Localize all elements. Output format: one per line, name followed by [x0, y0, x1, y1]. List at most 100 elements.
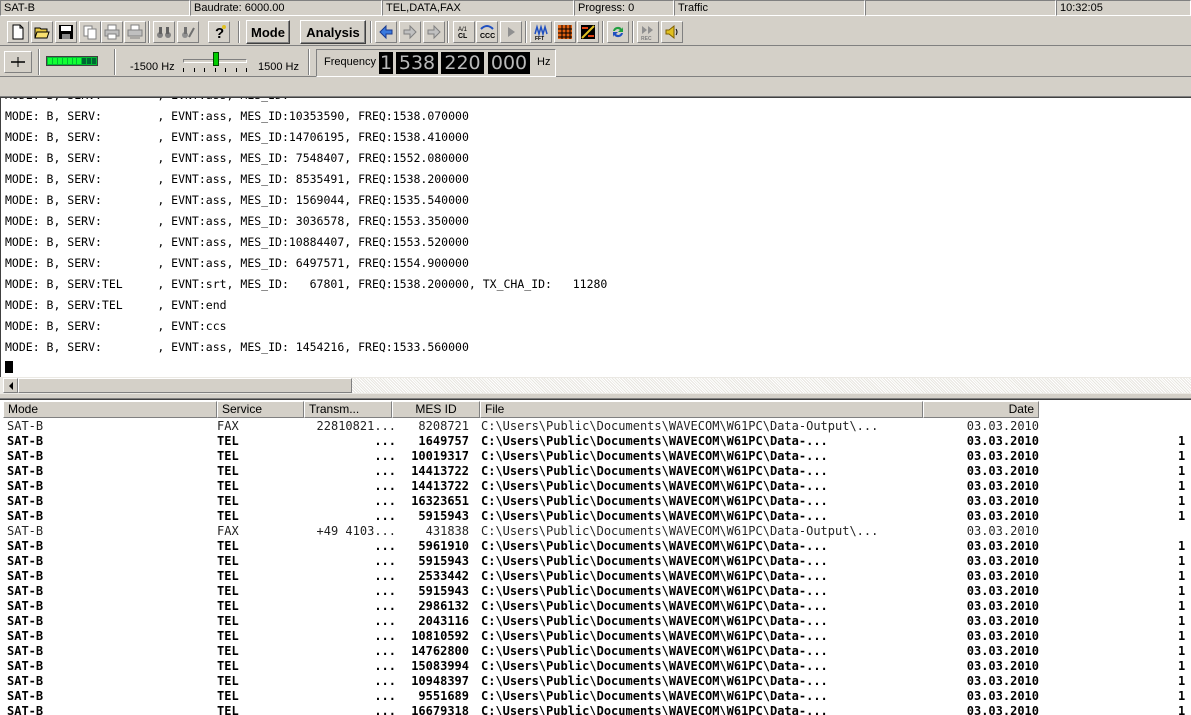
table-row[interactable]: SAT-B TEL... 14413722 C:\Users\Public\Docum…	[0, 464, 1191, 479]
meter-segment	[82, 58, 87, 64]
column-header-service[interactable]: Service	[217, 401, 304, 418]
cell-service: TEL	[217, 479, 239, 493]
cell-trans: +49 4103...	[316, 524, 396, 538]
fft-icon[interactable]: FFT	[530, 21, 552, 43]
table-row[interactable]: SAT-B TEL... 14762800 C:\Users\Public\Docum…	[0, 644, 1191, 659]
cell-extra: 1	[1178, 599, 1186, 613]
cell-file: C:\Users\Public\Documents\WAVECOM\W61PC\…	[481, 509, 828, 523]
table-row[interactable]: SAT-B TEL... 16679318 C:\Users\Public\Docum…	[0, 704, 1191, 715]
cell-trans: ...	[374, 644, 396, 658]
table-row[interactable]: SAT-B TEL... 14413722 C:\Users\Public\Docum…	[0, 479, 1191, 494]
cell-service: TEL	[217, 659, 239, 673]
table-row[interactable]: SAT-B FAX 22810821... 8208721 C:\Users\Publi…	[0, 419, 1191, 434]
grid-icon[interactable]	[554, 21, 576, 43]
cell-file: C:\Users\Public\Documents\WAVECOM\W61PC\…	[481, 644, 828, 658]
cell-service: TEL	[217, 674, 239, 688]
cell-date: 03.03.2010	[966, 494, 1039, 508]
cell-file: C:\Users\Public\Documents\WAVECOM\W61PC\…	[481, 434, 828, 448]
table-row[interactable]: SAT-B FAX +49 4103... 431838 C:\Users\Public…	[0, 524, 1191, 539]
cell-mode: SAT-B	[7, 464, 44, 478]
print-setup-icon[interactable]	[124, 21, 146, 43]
column-header-mes-id[interactable]: MES ID	[392, 401, 480, 418]
cell-mode: SAT-B	[7, 524, 44, 538]
cell-trans: ...	[374, 434, 396, 448]
table-row[interactable]: SAT-B TEL... 15083994 C:\Users\Public\Docum…	[0, 659, 1191, 674]
cell-mode: SAT-B	[7, 584, 44, 598]
offset-slider-thumb[interactable]	[213, 52, 220, 66]
info-bar	[0, 78, 1191, 97]
scroll-thumb[interactable]	[18, 378, 352, 393]
speaker-icon[interactable]	[661, 21, 683, 43]
table-row[interactable]: SAT-B TEL... 16323651 C:\Users\Public\Docum…	[0, 494, 1191, 509]
rec-icon[interactable]: REC	[637, 21, 659, 43]
binoculars-icon[interactable]	[153, 21, 175, 43]
status-services: TEL,DATA,FAX	[382, 0, 574, 16]
decoder-output[interactable]: MODE: B, SERV: , EVNT:ass, MES_ID: MODE:…	[0, 97, 1191, 377]
meter-segment	[87, 58, 92, 64]
output-horizontal-scrollbar[interactable]	[0, 377, 1191, 394]
cell-extra: 1	[1178, 479, 1186, 493]
cell-date: 03.03.2010	[966, 704, 1039, 715]
clear-icon[interactable]: A/1 CL	[453, 21, 475, 43]
open-folder-icon[interactable]	[31, 21, 53, 43]
frequency-digit-khz[interactable]: 220	[441, 52, 484, 74]
svg-text:REC: REC	[641, 36, 652, 40]
cell-extra: 1	[1178, 554, 1186, 568]
status-blank	[865, 0, 1056, 16]
cell-trans: ...	[374, 569, 396, 583]
arrow-right-icon[interactable]	[399, 21, 421, 43]
frequency-digit-ghz[interactable]: 1	[379, 52, 393, 74]
table-row[interactable]: SAT-B TEL... 5915943 C:\Users\Public\Docume…	[0, 584, 1191, 599]
new-file-icon[interactable]	[7, 21, 29, 43]
table-row[interactable]: SAT-B TEL... 2533442 C:\Users\Public\Docume…	[0, 569, 1191, 584]
table-row[interactable]: SAT-B TEL... 5915943 C:\Users\Public\Docume…	[0, 554, 1191, 569]
column-header-transmitter[interactable]: Transm...	[304, 401, 392, 418]
svg-text:FFT: FFT	[535, 36, 544, 40]
cell-service: TEL	[217, 539, 239, 553]
table-row[interactable]: SAT-B TEL... 10810592 C:\Users\Public\Docum…	[0, 629, 1191, 644]
output-line: MODE: B, SERV:TEL , EVNT:srt, MES_ID: 67…	[5, 277, 608, 291]
cell-mes: 9551689	[418, 689, 469, 703]
help-icon[interactable]: ?	[208, 21, 230, 43]
refresh-icon[interactable]	[607, 21, 629, 43]
table-row[interactable]: SAT-B TEL... 10948397 C:\Users\Public\Docum…	[0, 674, 1191, 689]
frequency-digit-mhz[interactable]: 538	[396, 52, 438, 74]
cell-trans: ...	[374, 494, 396, 508]
cell-mes: 15083994	[411, 659, 469, 673]
cell-trans: ...	[374, 464, 396, 478]
table-row[interactable]: SAT-B TEL... 10019317 C:\Users\Public\Docum…	[0, 449, 1191, 464]
tune-icon[interactable]	[4, 51, 32, 73]
arrow-right-icon[interactable]	[423, 21, 445, 43]
play-icon[interactable]	[500, 21, 522, 43]
column-header-file[interactable]: File	[480, 401, 923, 418]
scroll-left-button[interactable]	[3, 378, 18, 393]
save-icon[interactable]	[55, 21, 77, 43]
table-row[interactable]: SAT-B TEL... 2043116 C:\Users\Public\Docume…	[0, 614, 1191, 629]
find-next-icon[interactable]	[177, 21, 199, 43]
arrow-left-icon[interactable]	[375, 21, 397, 43]
print-icon[interactable]	[101, 21, 123, 43]
scroll-track[interactable]	[352, 378, 1191, 393]
cell-mes: 10948397	[411, 674, 469, 688]
cell-service: TEL	[217, 644, 239, 658]
table-row[interactable]: SAT-B TEL... 5915943 C:\Users\Public\Docume…	[0, 509, 1191, 524]
column-header-mode[interactable]: Mode	[3, 401, 217, 418]
mode-button[interactable]: Mode	[246, 20, 290, 44]
frequency-digit-hz[interactable]: 000	[488, 52, 530, 74]
cell-service: TEL	[217, 434, 239, 448]
table-row[interactable]: SAT-B TEL... 2986132 C:\Users\Public\Docume…	[0, 599, 1191, 614]
output-line: MODE: B, SERV: , EVNT:ass, MES_ID:108844…	[5, 235, 469, 249]
meter-segment	[62, 58, 67, 64]
table-row[interactable]: SAT-B TEL... 1649757 C:\Users\Public\Docume…	[0, 434, 1191, 449]
cell-mes: 10019317	[411, 449, 469, 463]
column-header-date[interactable]: Date	[923, 401, 1039, 418]
table-row[interactable]: SAT-B TEL... 9551689 C:\Users\Public\Docume…	[0, 689, 1191, 704]
cell-mode: SAT-B	[7, 704, 44, 715]
ccc-icon[interactable]: CCC	[476, 21, 498, 43]
analysis-button[interactable]: Analysis	[300, 20, 366, 44]
cell-extra: 1	[1178, 629, 1186, 643]
sync-icon[interactable]	[577, 21, 599, 43]
table-row[interactable]: SAT-B TEL... 5961910 C:\Users\Public\Docume…	[0, 539, 1191, 554]
copy-icon[interactable]	[79, 21, 101, 43]
cell-mes: 16323651	[411, 494, 469, 508]
